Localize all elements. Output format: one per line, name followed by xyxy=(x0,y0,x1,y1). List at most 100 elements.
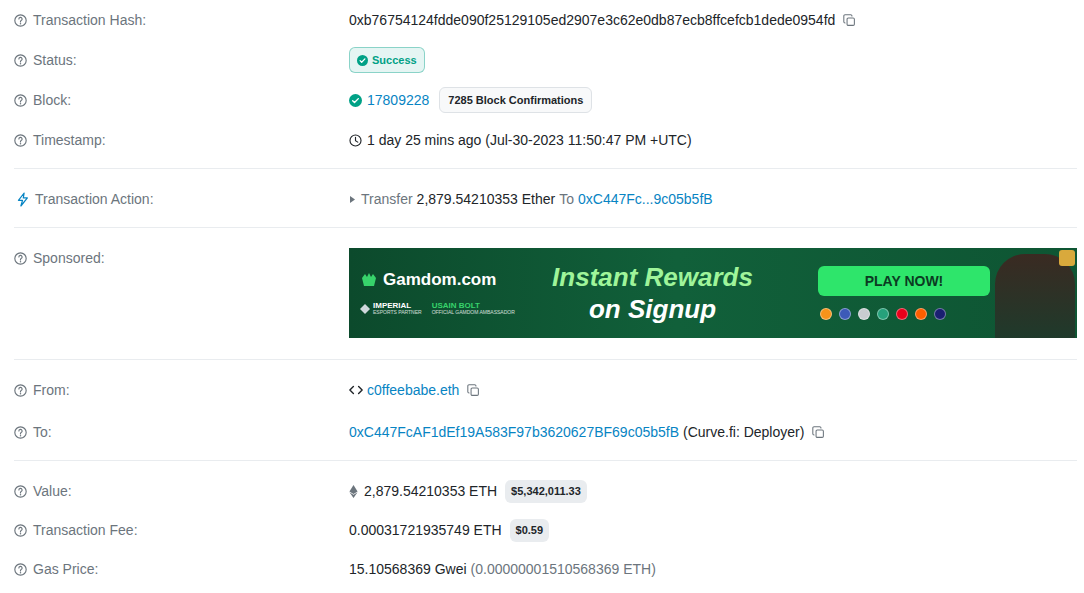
divider xyxy=(14,168,1077,169)
block-link[interactable]: 17809228 xyxy=(367,90,429,111)
payment-coin-icon xyxy=(820,308,832,320)
detail-row: Timestamp: 1 day 25 mins ago (Jul-30-2023… xyxy=(14,120,1077,160)
label-text: Transaction Fee: xyxy=(33,520,138,541)
detail-row: Sponsored: Gamdom.com IMPERIALESPORTS PART… xyxy=(14,248,1077,338)
row-value: 0xb76754124fdde090f25129105ed2907e3c62e0… xyxy=(349,10,856,31)
confirmations-badge: 7285 Block Confirmations xyxy=(439,87,592,114)
from-address-link[interactable]: c0ffeebabe.eth xyxy=(367,380,459,401)
row-label: From: xyxy=(14,380,349,401)
row-label: Sponsored: xyxy=(14,248,349,268)
details-section: From: c0ffeebabe.eth To: 0xC447FcAF1dEf19A5… xyxy=(14,360,1077,460)
gas-price-eth: (0.00000001510568369 ETH) xyxy=(471,559,656,580)
row-label: Transaction Hash: xyxy=(14,10,349,31)
label-text: Gas Price: xyxy=(33,559,98,580)
payment-coin-icon xyxy=(839,308,851,320)
row-label: Timestamp: xyxy=(14,130,349,151)
label-text: To: xyxy=(33,422,52,443)
contract-icon xyxy=(349,384,363,396)
headline: Instant Rewards xyxy=(552,261,753,294)
help-icon xyxy=(14,94,27,107)
partner-row: IMPERIALESPORTS PARTNER USAIN BOLTOFFICIA… xyxy=(360,302,535,315)
row-label: To: xyxy=(14,422,349,443)
partner-ambassador: USAIN BOLTOFFICIAL GAMDOM AMBASSADOR xyxy=(432,302,515,315)
divider xyxy=(14,359,1077,360)
help-icon xyxy=(14,384,27,397)
detail-row: Block: 17809228 7285 Block Confirmations xyxy=(14,80,1077,120)
label-text: Sponsored: xyxy=(33,248,105,269)
copy-icon xyxy=(843,14,856,27)
row-label: Transaction Fee: xyxy=(14,520,349,541)
caret-icon xyxy=(349,195,356,204)
banner-cta: PLAY NOW! xyxy=(818,266,990,320)
transaction-hash: 0xb76754124fdde090f25129105ed2907e3c62e0… xyxy=(349,10,835,31)
success-check-icon xyxy=(357,55,368,66)
copy-icon xyxy=(467,384,480,397)
help-icon xyxy=(14,54,27,67)
label-text: Status: xyxy=(33,50,77,71)
help-icon xyxy=(14,524,27,537)
detail-row: Gas Price: 15.10568369 Gwei(0.00000001510… xyxy=(14,550,1077,589)
action-verb: Transfer xyxy=(361,189,413,210)
row-value: Transfer2,879.54210353 EtherTo0xC447Fc..… xyxy=(349,189,713,210)
divider xyxy=(14,227,1077,228)
timestamp-text: 1 day 25 mins ago (Jul-30-2023 11:50:47 … xyxy=(367,130,692,151)
action-target-link[interactable]: 0xC447Fc...9c05b5fB xyxy=(578,189,713,210)
partner-role: ESPORTS PARTNER xyxy=(373,310,422,315)
payment-coin-icon xyxy=(877,308,889,320)
divider xyxy=(14,460,1077,461)
confirmed-check-icon xyxy=(349,94,362,107)
row-value: 0xC447FcAF1dEf19A583F97b3620627BF69c05b5… xyxy=(349,422,825,443)
help-icon xyxy=(14,14,27,27)
action-to: To xyxy=(559,189,574,210)
brand-name: Gamdom.com xyxy=(383,271,496,288)
label-text: From: xyxy=(33,380,70,401)
brand-logo: Gamdom.com xyxy=(360,271,535,288)
name-tag: (Curve.fi: Deployer) xyxy=(683,422,804,443)
sponsored-banner[interactable]: Gamdom.com IMPERIALESPORTS PARTNER USAIN B… xyxy=(349,248,1077,338)
clock-icon xyxy=(349,134,362,147)
row-label: Gas Price: xyxy=(14,559,349,580)
help-icon xyxy=(14,252,27,265)
lightning-icon xyxy=(16,192,29,207)
adchoices-badge-icon xyxy=(1059,250,1075,266)
detail-row: Value: 2,879.54210353 ETH$5,342,011.33 xyxy=(14,472,1077,511)
to-address-link[interactable]: 0xC447FcAF1dEf19A583F97b3620627BF69c05b5… xyxy=(349,422,679,443)
detail-row: Transaction Fee: 0.00031721935749 ETH $0.5… xyxy=(14,511,1077,550)
help-icon xyxy=(14,426,27,439)
label-text: Value: xyxy=(33,481,72,502)
copy-icon xyxy=(812,426,825,439)
row-label: Block: xyxy=(14,90,349,111)
details-section: Sponsored: Gamdom.com IMPERIALESPORTS PART… xyxy=(14,228,1077,359)
detail-row: To: 0xC447FcAF1dEf19A583F97b3620627BF69c0… xyxy=(14,411,1077,453)
banner-brand: Gamdom.com IMPERIALESPORTS PARTNER USAIN B… xyxy=(349,271,535,315)
amount-text: 0.00031721935749 ETH xyxy=(349,520,502,541)
gas-price: 15.10568369 Gwei xyxy=(349,559,467,580)
payment-icons xyxy=(818,308,990,320)
help-icon xyxy=(14,485,27,498)
row-label: Status: xyxy=(14,50,349,71)
usd-badge: $0.59 xyxy=(510,519,550,542)
detail-row: From: c0ffeebabe.eth xyxy=(14,369,1077,411)
ambassador-photo xyxy=(995,254,1075,338)
play-now-button[interactable]: PLAY NOW! xyxy=(818,266,990,296)
amount-text: 2,879.54210353 ETH xyxy=(364,481,497,502)
row-value: 1 day 25 mins ago (Jul-30-2023 11:50:47 … xyxy=(349,130,692,151)
payment-coin-icon xyxy=(915,308,927,320)
imperial-logo-icon xyxy=(360,304,370,314)
row-value: 15.10568369 Gwei(0.00000001510568369 ETH… xyxy=(349,559,656,580)
row-value: 0.00031721935749 ETH $0.59 xyxy=(349,519,549,542)
status-text: Success xyxy=(372,52,417,69)
label-text: Timestamp: xyxy=(33,130,106,151)
detail-row: Status: Success xyxy=(14,40,1077,80)
detail-row: Transaction Action:Transfer2,879.5421035… xyxy=(14,179,1077,219)
row-value: 2,879.54210353 ETH$5,342,011.33 xyxy=(349,480,587,503)
help-icon xyxy=(14,563,27,576)
ambassador-role: OFFICIAL GAMDOM AMBASSADOR xyxy=(432,310,515,315)
payment-coin-icon xyxy=(896,308,908,320)
partner-imperial: IMPERIALESPORTS PARTNER xyxy=(360,302,422,315)
row-value: c0ffeebabe.eth xyxy=(349,380,480,401)
subline: on Signup xyxy=(589,293,716,326)
action-amount: 2,879.54210353 Ether xyxy=(417,189,556,210)
label-text: Block: xyxy=(33,90,71,111)
help-icon xyxy=(14,134,27,147)
